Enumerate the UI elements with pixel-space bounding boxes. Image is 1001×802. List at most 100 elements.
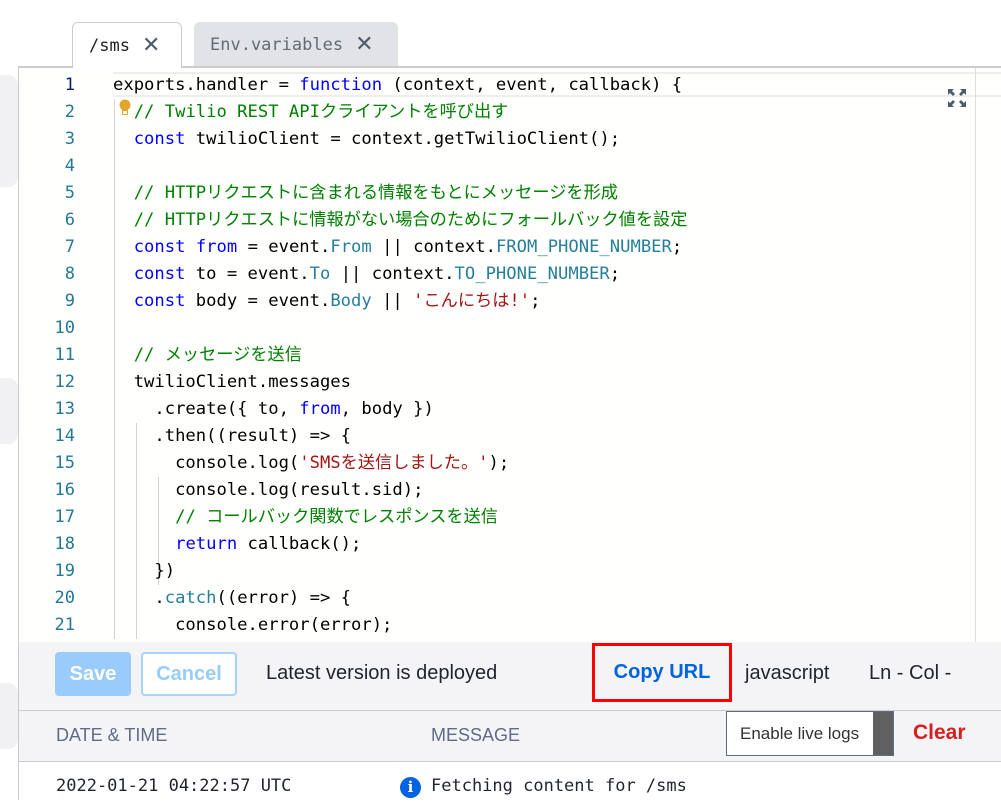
code-line: console.log(result.sid);: [113, 477, 687, 504]
line-number: 15: [54, 453, 75, 473]
enable-live-logs-toggle[interactable]: Enable live logs: [726, 711, 894, 756]
code-token: callback();: [237, 534, 362, 554]
close-icon[interactable]: ✕: [355, 32, 373, 57]
save-button[interactable]: Save: [55, 652, 131, 696]
code-content[interactable]: exports.handler = function (context, eve…: [113, 72, 687, 639]
cursor-position: Ln - Col -: [869, 662, 952, 684]
close-icon[interactable]: ✕: [142, 33, 160, 58]
code-token: Body: [330, 291, 372, 311]
code-token: // HTTPリクエストに含まれる情報をもとにメッセージを形成: [133, 183, 618, 203]
tab-label: /sms: [89, 35, 130, 56]
code-token: );: [488, 453, 510, 473]
code-line: twilioClient.messages: [113, 369, 687, 396]
clear-logs-button[interactable]: Clear: [913, 721, 966, 745]
line-number: 21: [54, 615, 75, 635]
cancel-button[interactable]: Cancel: [141, 652, 237, 696]
log-message: Fetching content for /sms: [431, 776, 687, 796]
code-editor[interactable]: 1 2 3 4 5 6 7 8 9 10 11 12 13 14 15 16 17 18 19 20 21 export…: [18, 66, 1001, 644]
code-token: // Twilio REST APIクライアントを呼び出す: [133, 102, 509, 122]
code-token: ||: [371, 291, 414, 311]
code-token: twilioClient.messages: [113, 372, 351, 392]
code-line: // コールバック関数でレスポンスを送信: [113, 504, 687, 531]
line-number: 19: [54, 561, 75, 581]
code-token: from: [299, 399, 341, 419]
line-number: 8: [64, 264, 75, 284]
code-line: // HTTPリクエストに情報がない場合のためにフォールバック値を設定: [113, 207, 688, 234]
code-token: , body }): [340, 399, 434, 419]
code-line: .then((result) => {: [113, 423, 687, 450]
code-token: 'こんにちは!': [413, 291, 531, 311]
line-numbers: 1 2 3 4 5 6 7 8 9 10 11 12 13 14 15 16 17 18 19 20 21: [19, 72, 75, 639]
line-number: 1: [64, 75, 75, 95]
code-line: // Twilio REST APIクライアントを呼び出す: [113, 99, 687, 126]
code-line: const body = event.Body || 'こんにちは!';: [113, 288, 687, 315]
code-token: catch: [164, 588, 217, 608]
line-number: 7: [64, 237, 75, 257]
code-token: FROM_PHONE_NUMBER: [495, 237, 672, 257]
expand-icon[interactable]: [947, 88, 967, 108]
line-number: 5: [64, 183, 75, 203]
line-number: 16: [54, 480, 75, 500]
copy-url-button[interactable]: Copy URL: [592, 643, 732, 702]
scrollbar[interactable]: [975, 68, 976, 644]
code-line: return callback();: [113, 531, 687, 558]
log-row: 2022-01-21 04:22:57 UTC i Fetching conte…: [19, 761, 1001, 802]
line-number: 9: [64, 291, 75, 311]
tab-env-variables[interactable]: Env.variables ✕: [194, 22, 398, 67]
column-header-message: MESSAGE: [431, 725, 521, 745]
code-token: .then((result) => {: [113, 426, 351, 446]
code-token: console.log(result.sid);: [113, 480, 424, 500]
code-token: To: [309, 264, 331, 284]
code-token: ;: [671, 237, 683, 257]
code-token: }): [113, 561, 176, 581]
logs-panel: DATE & TIME MESSAGE Enable live logs Cle…: [18, 711, 1001, 802]
line-number: 12: [54, 372, 75, 392]
code-token: // HTTPリクエストに情報がない場合のためにフォールバック値を設定: [133, 210, 688, 230]
sidebar-panel: [0, 683, 18, 749]
code-line: // HTTPリクエストに含まれる情報をもとにメッセージを形成: [113, 180, 687, 207]
code-token: twilioClient = context.getTwilioClient()…: [185, 129, 621, 149]
code-line: }): [113, 558, 687, 585]
line-number: 17: [54, 507, 75, 527]
code-token: .create({ to,: [113, 399, 300, 419]
code-line: const from = event.From || context.FROM_…: [113, 234, 687, 261]
line-number: 2: [64, 102, 75, 122]
code-token: || context.: [371, 237, 496, 257]
code-token: to = event.: [185, 264, 310, 284]
code-token: .: [113, 588, 165, 608]
code-line: // メッセージを送信: [113, 342, 687, 369]
toggle-knob: [873, 712, 893, 755]
code-token: From: [330, 237, 372, 257]
tab-label: Env.variables: [210, 34, 344, 55]
toggle-label: Enable live logs: [740, 723, 860, 743]
code-token: body = event.: [185, 291, 331, 311]
code-token: console.error(error);: [113, 615, 393, 635]
code-token: // コールバック関数でレスポンスを送信: [175, 507, 498, 527]
code-token: // メッセージを送信: [133, 345, 302, 365]
code-token: ;: [609, 264, 621, 284]
log-date: 2022-01-21 04:22:57 UTC: [56, 776, 292, 796]
line-number: 13: [54, 399, 75, 419]
lightbulb-icon[interactable]: [119, 99, 131, 117]
line-number: 20: [54, 588, 75, 608]
code-token: || context.: [330, 264, 455, 284]
code-token: console.log(: [113, 453, 300, 473]
code-line: .catch((error) => {: [113, 585, 687, 612]
code-token: const: [133, 264, 186, 284]
code-token: const: [133, 129, 186, 149]
tab-sms[interactable]: /sms ✕: [72, 22, 182, 68]
code-token: const: [133, 291, 186, 311]
code-line: const to = event.To || context.TO_PHONE_…: [113, 261, 687, 288]
code-line: exports.handler = function (context, eve…: [113, 72, 687, 99]
line-number: 10: [54, 318, 75, 338]
code-token: (context, event, callback) {: [382, 75, 683, 95]
